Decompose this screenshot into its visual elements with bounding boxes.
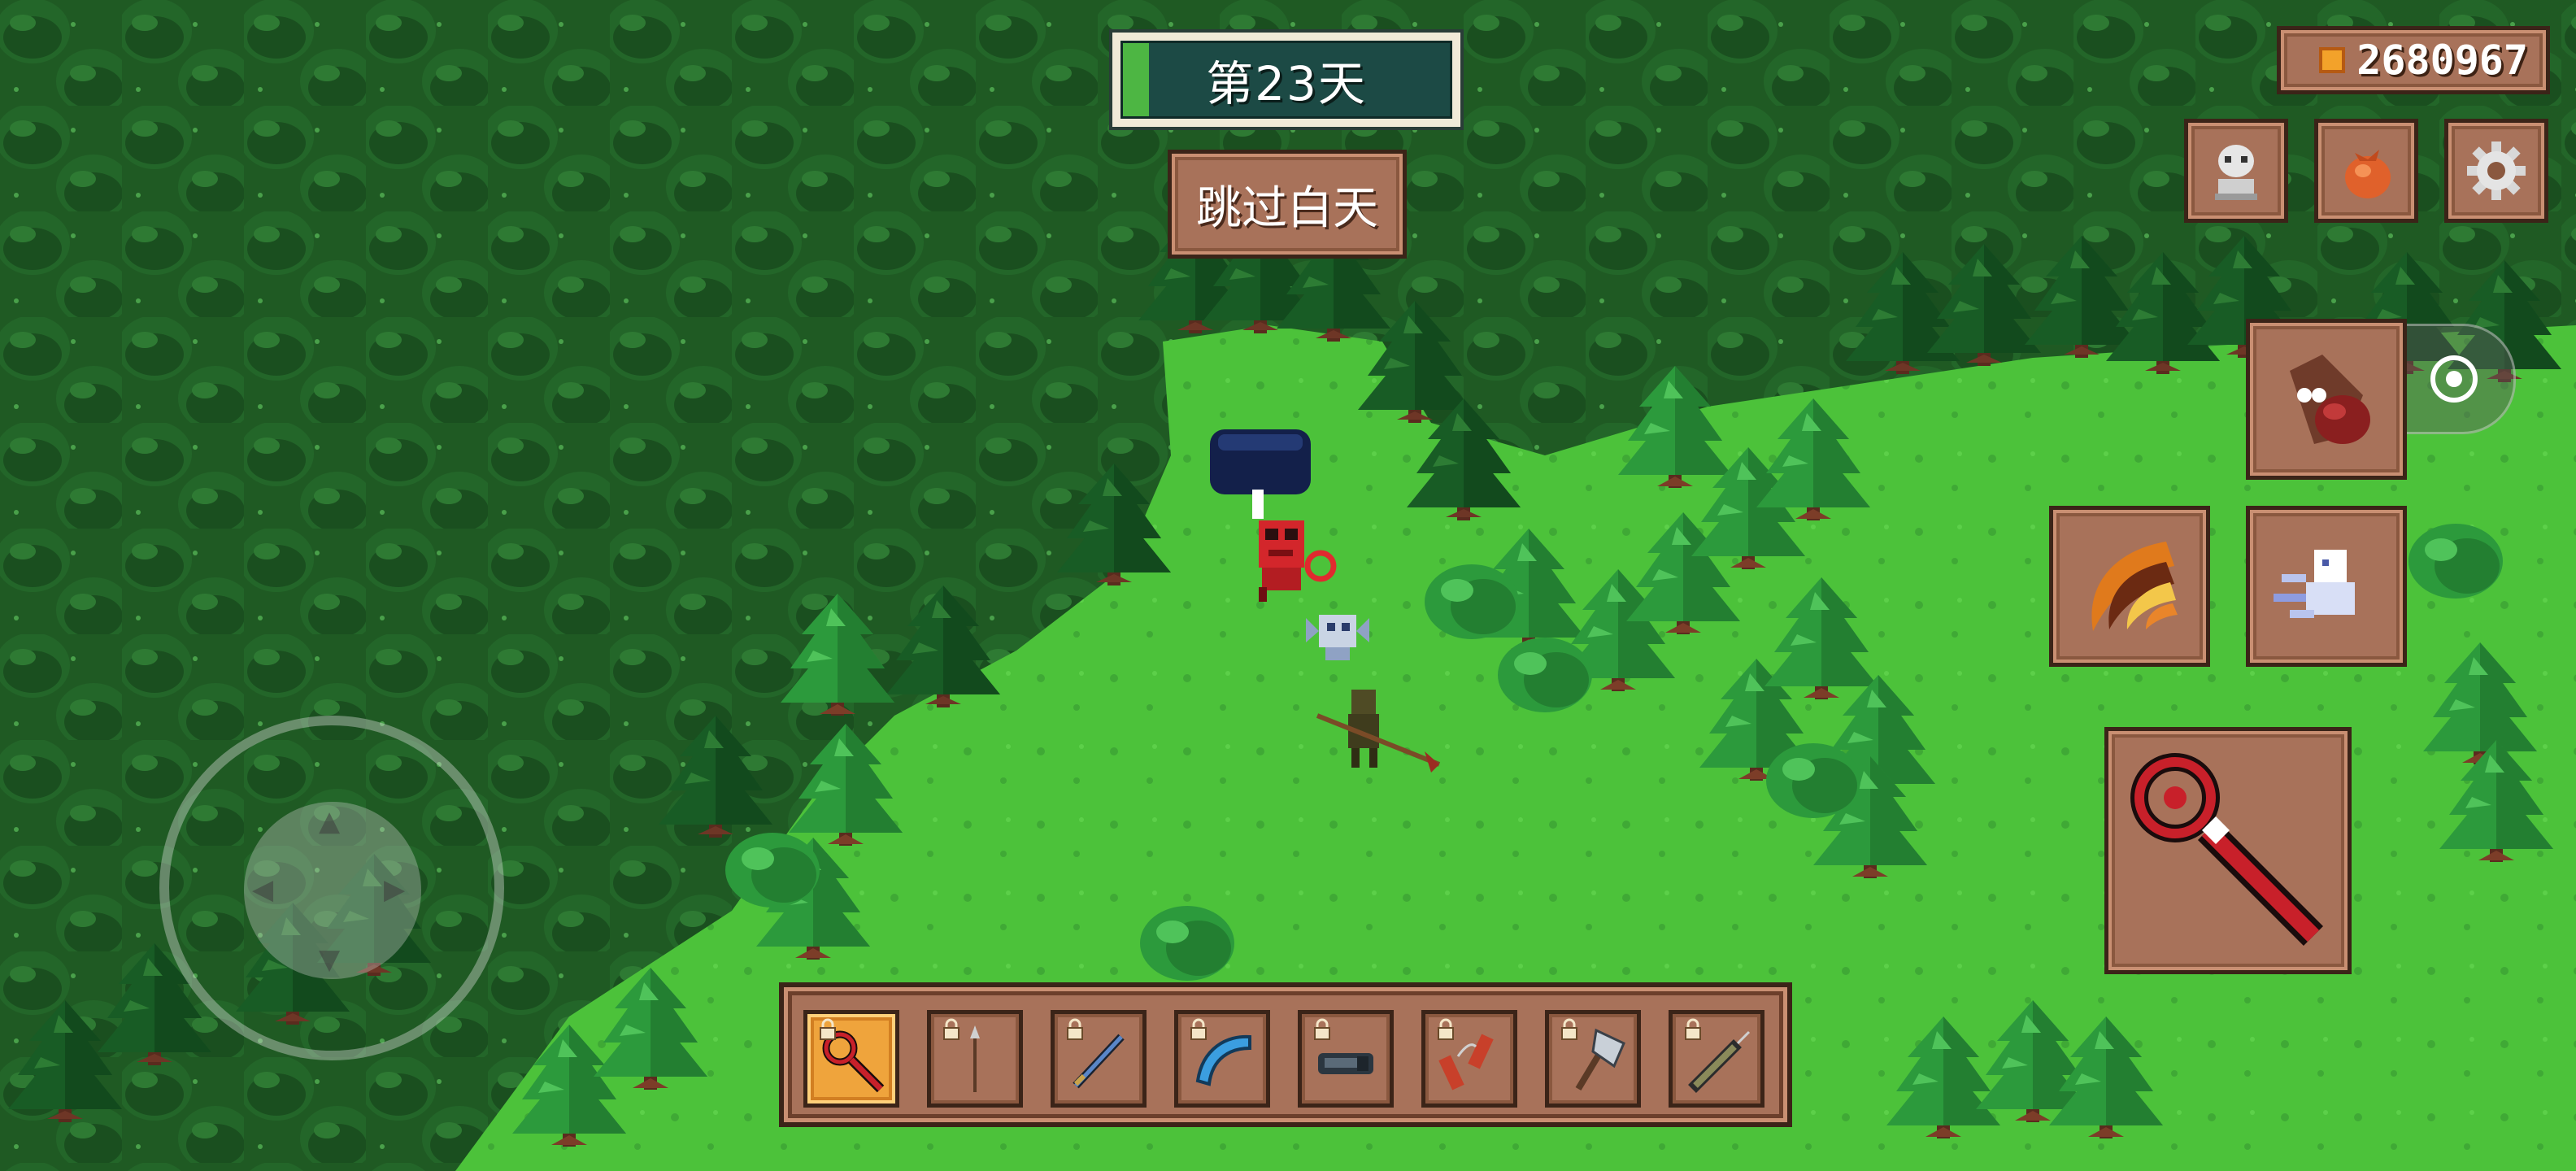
lock-icon: [1190, 1018, 1207, 1040]
lock-icon: [1067, 1018, 1083, 1040]
lock-icon: [1314, 1018, 1330, 1040]
fire-slash-skill-icon: [2091, 542, 2178, 631]
lock-icon: [1438, 1018, 1454, 1040]
settings-button[interactable]: [2444, 119, 2548, 223]
hotbar-slot-2[interactable]: [927, 1010, 1023, 1108]
character-button[interactable]: [2184, 119, 2288, 223]
joystick-right-arrow-icon: ▶: [384, 873, 406, 906]
day-counter-label: 第23天: [1206, 56, 1367, 111]
coin-count-value: 2680967: [2356, 37, 2528, 84]
potion-skill-icon: [2290, 355, 2370, 444]
hotbar-slot-7[interactable]: [1545, 1010, 1641, 1108]
red-scepter-icon: [2130, 753, 2324, 947]
hotbar-slot-6[interactable]: [1421, 1010, 1517, 1108]
ghost-dash-skill-button[interactable]: [2246, 506, 2407, 667]
day-progress-bar: 第23天: [1109, 29, 1464, 130]
main-weapon-button[interactable]: [2104, 727, 2352, 974]
joystick-left-arrow-icon: ◀: [252, 873, 274, 906]
lock-icon: [1561, 1018, 1577, 1040]
weapon-hotbar: [779, 982, 1792, 1127]
bag-button[interactable]: [2314, 119, 2418, 223]
lock-icon: [1685, 1018, 1701, 1040]
joystick-down-arrow-icon: ▼: [319, 943, 341, 976]
hotbar-slot-3[interactable]: [1051, 1010, 1147, 1108]
character-icon: [2215, 145, 2257, 200]
dark-portal: [1210, 429, 1311, 494]
hotbar-slot-1[interactable]: [803, 1010, 899, 1108]
hotbar-slot-4[interactable]: [1174, 1010, 1270, 1108]
skip-day-button[interactable]: 跳过白天: [1168, 150, 1407, 259]
fire-slash-skill-button[interactable]: [2049, 506, 2210, 667]
coin-counter: 2680967: [2277, 26, 2550, 94]
settings-gear-icon: [2467, 141, 2526, 200]
joystick-up-arrow-icon: ▲: [319, 805, 341, 838]
potion-skill-button[interactable]: [2246, 319, 2407, 480]
hotbar-slot-8[interactable]: [1669, 1010, 1764, 1108]
coin-icon: [2319, 47, 2346, 73]
bag-icon: [2345, 150, 2391, 198]
lock-icon: [943, 1018, 959, 1040]
lock-icon: [820, 1018, 836, 1040]
record-target-icon[interactable]: [2427, 352, 2481, 406]
ghost-dash-skill-icon: [2274, 550, 2355, 618]
hotbar-slot-5[interactable]: [1298, 1010, 1394, 1108]
